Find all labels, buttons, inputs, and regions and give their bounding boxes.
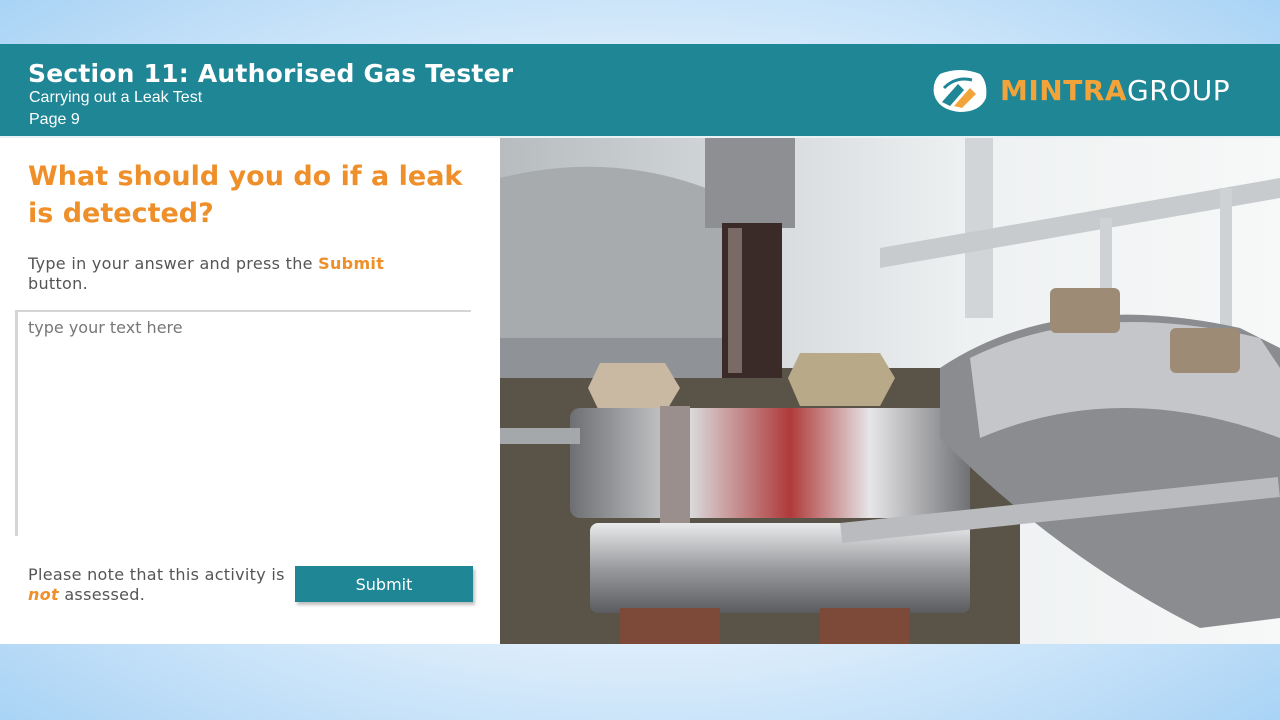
question-panel: What should you do if a leak is detected… (0, 138, 498, 644)
instruction-submit-highlight: Submit (318, 254, 385, 273)
answer-input[interactable] (15, 310, 471, 536)
submit-button[interactable]: Submit (295, 566, 473, 602)
slide: Section 11: Authorised Gas Tester Carryi… (0, 44, 1280, 644)
topic-subtitle: Carrying out a Leak Test (29, 89, 203, 106)
note-emphasis: not (28, 585, 59, 604)
assessment-note: Please note that this activity is not as… (28, 565, 285, 604)
section-title: Section 11: Authorised Gas Tester (28, 59, 514, 88)
header-bar: Section 11: Authorised Gas Tester Carryi… (0, 44, 1280, 138)
flange-illustration (500, 138, 1280, 644)
question-heading: What should you do if a leak is detected… (28, 161, 463, 229)
mintra-logo-icon (933, 70, 987, 112)
flange-photo (500, 138, 1280, 644)
mintra-logo: MINTRAGROUP (930, 68, 1260, 114)
page-number: Page 9 (29, 111, 80, 128)
logo-wordmark: MINTRAGROUP (1000, 74, 1231, 107)
instruction-text: Type in your answer and press the Submit… (28, 254, 385, 293)
